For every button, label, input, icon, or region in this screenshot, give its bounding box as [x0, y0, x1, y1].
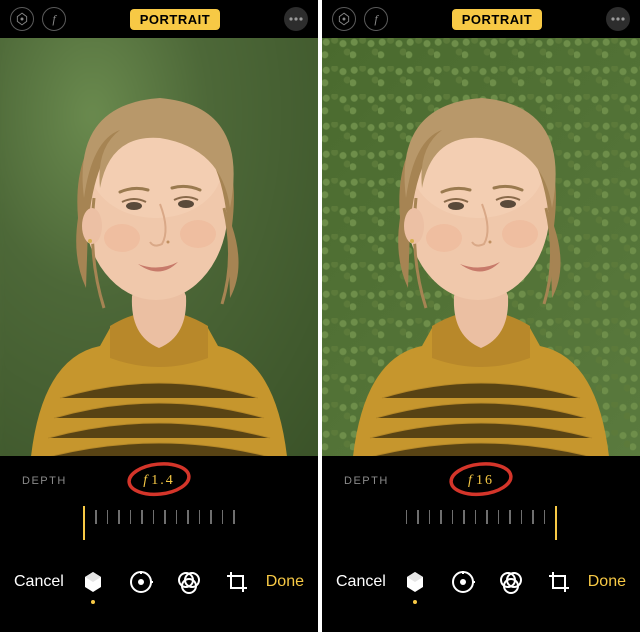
portrait-tool[interactable] — [403, 570, 427, 594]
depth-slider[interactable] — [0, 506, 318, 550]
aperture-button[interactable]: f — [42, 7, 66, 31]
subject-portrait — [0, 48, 318, 456]
slider-indicator — [83, 506, 85, 540]
portrait-tool[interactable] — [81, 570, 105, 594]
done-button[interactable]: Done — [588, 573, 626, 591]
adjust-tool[interactable] — [129, 570, 153, 594]
portrait-lighting-button[interactable] — [332, 7, 356, 31]
crop-tool[interactable] — [547, 570, 571, 594]
portrait-lighting-button[interactable] — [10, 7, 34, 31]
more-button[interactable] — [606, 7, 630, 31]
subject-portrait — [322, 48, 640, 456]
more-button[interactable] — [284, 7, 308, 31]
aperture-value: f16 — [468, 473, 494, 489]
depth-label: DEPTH — [344, 475, 389, 487]
adjust-tool[interactable] — [451, 570, 475, 594]
cancel-button[interactable]: Cancel — [14, 573, 64, 591]
done-button[interactable]: Done — [266, 573, 304, 591]
slider-indicator — [555, 506, 557, 540]
top-bar: f PORTRAIT — [0, 0, 318, 38]
photo-preview[interactable] — [0, 38, 318, 456]
crop-tool[interactable] — [225, 570, 249, 594]
depth-label: DEPTH — [22, 475, 67, 487]
active-indicator-dot — [413, 600, 417, 604]
aperture-button[interactable]: f — [364, 7, 388, 31]
depth-readout-row: DEPTH f1.4 — [0, 456, 318, 506]
depth-slider[interactable] — [322, 506, 640, 550]
mode-badge[interactable]: PORTRAIT — [452, 9, 542, 30]
photo-preview[interactable] — [322, 38, 640, 456]
bottom-toolbar: Cancel Done — [0, 550, 318, 632]
filters-tool[interactable] — [499, 570, 523, 594]
top-bar: f PORTRAIT — [322, 0, 640, 38]
bottom-toolbar: Cancel Done — [322, 550, 640, 632]
depth-readout-row: DEPTH f16 — [322, 456, 640, 506]
phone-left: f PORTRAIT — [0, 0, 318, 632]
mode-badge[interactable]: PORTRAIT — [130, 9, 220, 30]
phone-right: f PORTRAIT — [322, 0, 640, 632]
cancel-button[interactable]: Cancel — [336, 573, 386, 591]
filters-tool[interactable] — [177, 570, 201, 594]
aperture-value: f1.4 — [143, 473, 174, 489]
active-indicator-dot — [91, 600, 95, 604]
